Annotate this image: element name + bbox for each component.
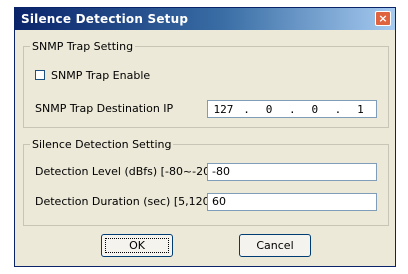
cancel-button[interactable]: Cancel [239,234,311,257]
snmp-trap-legend: SNMP Trap Setting [32,40,134,53]
close-button[interactable]: × [375,11,391,26]
silence-detection-legend: Silence Detection Setting [32,138,172,151]
cancel-button-label: Cancel [256,239,294,252]
snmp-enable-row[interactable]: SNMP Trap Enable [35,68,150,82]
ip-separator: . [288,102,296,116]
ok-button[interactable]: OK [101,234,173,257]
snmp-destination-label: SNMP Trap Destination IP [35,102,174,115]
ip-separator: . [243,102,250,116]
ip-separator: . [334,102,342,116]
detection-level-label: Detection Level (dBfs) [-80~-20] [35,165,215,178]
snmp-enable-checkbox[interactable] [35,70,45,80]
ip-octet-2[interactable]: 0 [258,103,280,116]
ip-octet-1[interactable]: 127 [212,103,234,116]
snmp-enable-label: SNMP Trap Enable [51,68,151,82]
title-bar[interactable]: Silence Detection Setup × [15,8,395,30]
close-icon: × [378,12,388,25]
window-title: Silence Detection Setup [21,12,189,26]
detection-duration-input[interactable]: 60 [207,193,377,211]
dialog-window: Silence Detection Setup × SNMP Trap Sett… [14,7,396,267]
ip-octet-3[interactable]: 0 [304,103,326,116]
snmp-destination-ip-field[interactable]: 127 . 0 . 0 . 1 [207,100,377,118]
ip-octet-4[interactable]: 1 [349,103,371,116]
detection-duration-label: Detection Duration (sec) [5,120] [35,195,214,208]
focus-ring [105,238,169,253]
detection-level-input[interactable]: -80 [207,163,377,181]
silence-detection-group: Silence Detection Setting [23,138,389,226]
